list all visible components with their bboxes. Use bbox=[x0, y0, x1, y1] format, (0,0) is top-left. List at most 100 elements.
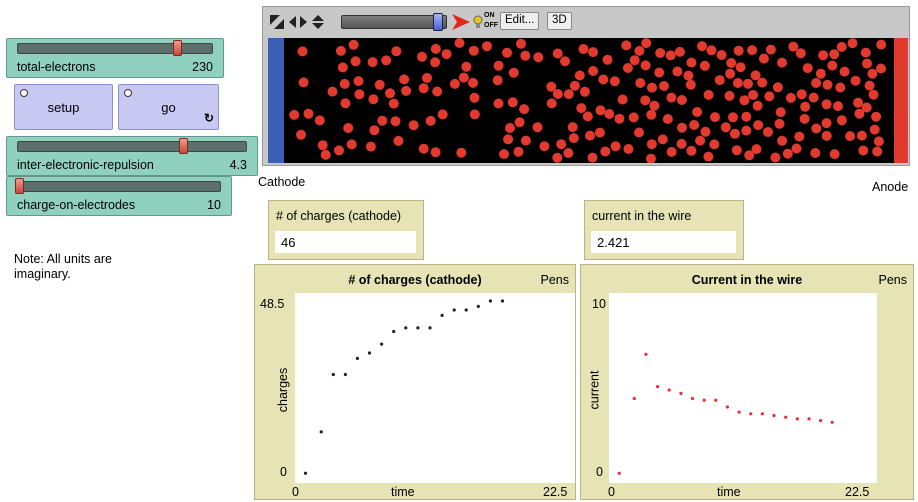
electron bbox=[847, 38, 858, 49]
cathode-label: Cathode bbox=[258, 175, 306, 189]
slider-track[interactable] bbox=[17, 141, 247, 152]
electron bbox=[676, 138, 687, 149]
electron bbox=[862, 58, 872, 69]
electron bbox=[858, 145, 869, 156]
electron bbox=[458, 72, 469, 83]
electron bbox=[514, 117, 525, 128]
electron bbox=[578, 44, 589, 54]
continuous-update-arrow-icon[interactable] bbox=[451, 13, 471, 31]
electron bbox=[871, 111, 882, 122]
electron bbox=[499, 149, 509, 160]
view-control-icons[interactable] bbox=[269, 14, 335, 30]
slider-inter-electronic-repulsion[interactable]: inter-electronic-repulsion 4.3 bbox=[6, 136, 258, 176]
electron bbox=[623, 144, 634, 154]
data-point bbox=[702, 398, 706, 402]
onoff-bottom: OFF bbox=[484, 22, 498, 29]
electron bbox=[752, 100, 763, 111]
electron bbox=[441, 49, 452, 60]
edit-button[interactable]: Edit... bbox=[500, 12, 540, 30]
electron bbox=[369, 125, 380, 136]
note-line-2: imaginary. bbox=[14, 267, 71, 281]
electron bbox=[560, 56, 570, 67]
electron bbox=[720, 122, 731, 133]
electron bbox=[821, 118, 832, 129]
data-point bbox=[343, 372, 347, 377]
slider-value: 230 bbox=[192, 60, 213, 74]
electron bbox=[600, 146, 611, 157]
slider-charge-on-electrodes[interactable]: charge-on-electrodes 10 bbox=[6, 176, 232, 216]
electron bbox=[556, 139, 567, 150]
data-point bbox=[488, 299, 492, 303]
electron bbox=[758, 53, 769, 64]
monitor-label: # of charges (cathode) bbox=[276, 209, 402, 223]
electron bbox=[794, 131, 805, 142]
electron bbox=[552, 152, 563, 163]
data-point bbox=[714, 398, 718, 402]
data-point bbox=[772, 413, 776, 418]
world-view[interactable] bbox=[268, 38, 908, 163]
go-button[interactable]: go ↻ bbox=[118, 84, 219, 130]
plot-current-wire: Current in the wire Pens 10 0 current 0 … bbox=[580, 264, 914, 500]
slider-thumb[interactable] bbox=[15, 178, 24, 194]
slider-track[interactable] bbox=[17, 43, 213, 54]
data-point bbox=[807, 417, 811, 421]
electron bbox=[354, 89, 365, 100]
slider-track[interactable] bbox=[17, 181, 221, 192]
electron bbox=[683, 70, 694, 81]
electron bbox=[703, 151, 714, 162]
data-point bbox=[725, 405, 729, 409]
electron bbox=[335, 45, 346, 56]
electron bbox=[388, 98, 399, 109]
electron bbox=[821, 99, 832, 110]
electron bbox=[662, 114, 673, 124]
setup-button-label: setup bbox=[47, 99, 80, 115]
electron bbox=[430, 147, 441, 158]
vertical-arrows-icon bbox=[312, 15, 324, 29]
electron bbox=[689, 120, 700, 130]
electron bbox=[468, 45, 479, 56]
electron bbox=[503, 134, 514, 145]
electron bbox=[731, 145, 742, 156]
note-text: Note: All units are imaginary. bbox=[14, 252, 112, 282]
data-point bbox=[303, 471, 308, 475]
electron bbox=[791, 143, 802, 154]
electron bbox=[576, 103, 587, 114]
electron bbox=[686, 145, 697, 156]
electron bbox=[765, 44, 776, 55]
slider-thumb[interactable] bbox=[173, 40, 182, 56]
electron bbox=[647, 82, 657, 93]
electron bbox=[377, 115, 388, 126]
data-point bbox=[644, 352, 648, 356]
electron bbox=[641, 38, 652, 49]
data-point bbox=[784, 415, 788, 419]
onoff-top: ON bbox=[484, 12, 495, 19]
electron bbox=[774, 118, 785, 129]
electron bbox=[876, 39, 887, 50]
data-point bbox=[500, 299, 505, 303]
3d-button[interactable]: 3D bbox=[547, 12, 572, 30]
speed-slider-track[interactable] bbox=[341, 15, 447, 29]
electron bbox=[782, 148, 793, 159]
electron bbox=[810, 148, 821, 158]
electron bbox=[348, 39, 359, 50]
view-updates-onoff-icon[interactable]: ON OFF bbox=[473, 11, 498, 33]
slider-thumb[interactable] bbox=[179, 138, 188, 154]
electron bbox=[563, 148, 574, 158]
electron bbox=[845, 131, 856, 142]
electron bbox=[493, 60, 504, 71]
speed-slider-thumb[interactable] bbox=[433, 13, 443, 31]
electron bbox=[640, 60, 651, 71]
data-point bbox=[690, 396, 695, 401]
setup-button[interactable]: setup bbox=[14, 84, 113, 130]
slider-total-electrons[interactable]: total-electrons 230 bbox=[6, 38, 224, 78]
electron bbox=[674, 46, 685, 57]
electron bbox=[539, 141, 550, 152]
electron bbox=[461, 61, 472, 72]
electron bbox=[634, 127, 644, 138]
electron bbox=[552, 48, 563, 59]
electron bbox=[811, 123, 822, 134]
electron bbox=[617, 94, 628, 105]
electron bbox=[649, 100, 660, 111]
electron bbox=[374, 79, 385, 90]
electron bbox=[815, 68, 826, 79]
